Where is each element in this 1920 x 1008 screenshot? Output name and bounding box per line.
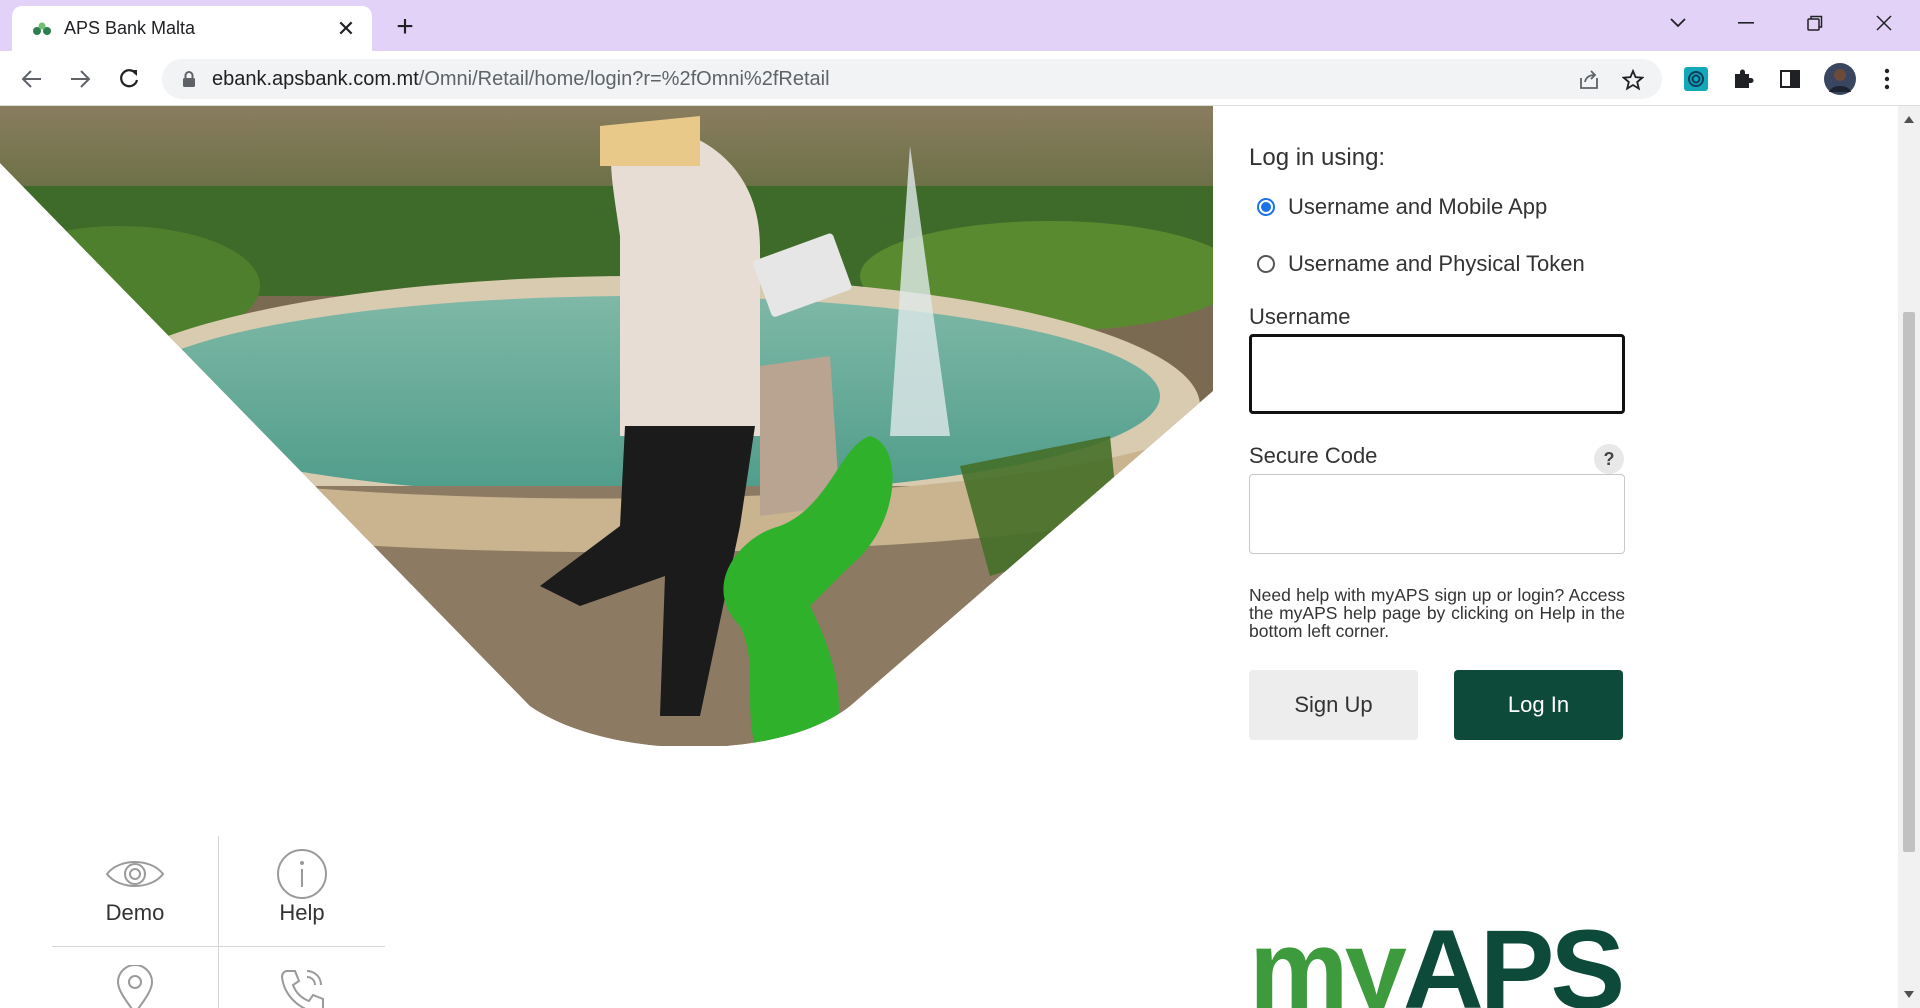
share-icon[interactable] [1578, 69, 1600, 91]
scroll-down-arrow-icon[interactable] [1904, 991, 1914, 998]
page-scrollbar[interactable] [1898, 106, 1920, 1008]
quick-links: Demo Help [52, 836, 385, 1008]
sign-up-button[interactable]: Sign Up [1249, 670, 1418, 740]
browser-toolbar: ebank.apsbank.com.mt/Omni/Retail/home/lo… [0, 51, 1920, 106]
option-physical-token-label: Username and Physical Token [1288, 251, 1585, 276]
radio-mobile-app[interactable] [1257, 198, 1275, 216]
help-label: Help [279, 900, 325, 925]
reload-icon[interactable] [113, 63, 145, 95]
tab-title: APS Bank Malta [64, 18, 196, 38]
login-page: Log in using: Username and Mobile App Us… [0, 106, 1898, 1008]
url-text[interactable]: ebank.apsbank.com.mt/Omni/Retail/home/lo… [212, 68, 830, 91]
secure-code-label: Secure Code [1249, 443, 1378, 468]
secure-code-help-icon[interactable]: ? [1594, 444, 1624, 474]
back-icon[interactable] [16, 63, 48, 95]
new-tab-button[interactable]: + [390, 10, 420, 43]
phone-icon [280, 970, 324, 1008]
lock-icon[interactable] [180, 70, 198, 88]
login-method-heading: Log in using: [1249, 144, 1386, 171]
restore-icon[interactable] [1793, 8, 1837, 38]
tab-close-icon[interactable]: ✕ [334, 16, 358, 41]
aps-favicon-icon [33, 22, 51, 35]
scroll-up-arrow-icon[interactable] [1904, 116, 1914, 123]
hero-photo [0, 106, 1213, 746]
log-in-button[interactable]: Log In [1454, 670, 1623, 740]
browser-tab[interactable]: APS Bank Malta ✕ [12, 6, 372, 51]
close-icon[interactable] [1862, 8, 1906, 38]
radio-physical-token[interactable] [1257, 255, 1275, 273]
username-label: Username [1249, 304, 1351, 329]
option-mobile-app-label: Username and Mobile App [1288, 194, 1548, 219]
puzzle-icon[interactable] [1729, 65, 1757, 93]
option-physical-token[interactable]: Username and Physical Token [1257, 251, 1585, 277]
branch-locator-tile[interactable] [52, 947, 218, 1008]
contact-tile[interactable] [219, 947, 385, 1008]
tab-search-icon[interactable] [1656, 8, 1700, 38]
option-mobile-app[interactable]: Username and Mobile App [1257, 194, 1547, 220]
help-tile[interactable]: Help [219, 836, 385, 946]
demo-tile[interactable]: Demo [52, 836, 218, 946]
address-bar[interactable]: ebank.apsbank.com.mt/Omni/Retail/home/lo… [162, 59, 1662, 99]
demo-label: Demo [105, 900, 165, 925]
menu-icon[interactable] [1873, 65, 1901, 93]
profile-avatar[interactable] [1823, 62, 1857, 96]
minimize-icon[interactable] [1724, 8, 1768, 38]
side-panel-icon[interactable] [1776, 65, 1804, 93]
myaps-logo: myAPS [1249, 907, 1625, 1008]
eye-icon [105, 861, 165, 887]
secure-code-field[interactable] [1249, 474, 1625, 554]
info-icon [277, 849, 327, 899]
username-field[interactable] [1249, 334, 1625, 414]
extension-icon[interactable] [1682, 65, 1710, 93]
browser-tab-bar: APS Bank Malta ✕ + [0, 0, 1920, 51]
location-pin-icon [116, 965, 154, 1008]
forward-icon[interactable] [64, 63, 96, 95]
login-help-text: Need help with myAPS sign up or login? A… [1249, 585, 1625, 641]
scrollbar-thumb[interactable] [1903, 312, 1915, 852]
bookmark-star-icon[interactable] [1622, 69, 1644, 91]
